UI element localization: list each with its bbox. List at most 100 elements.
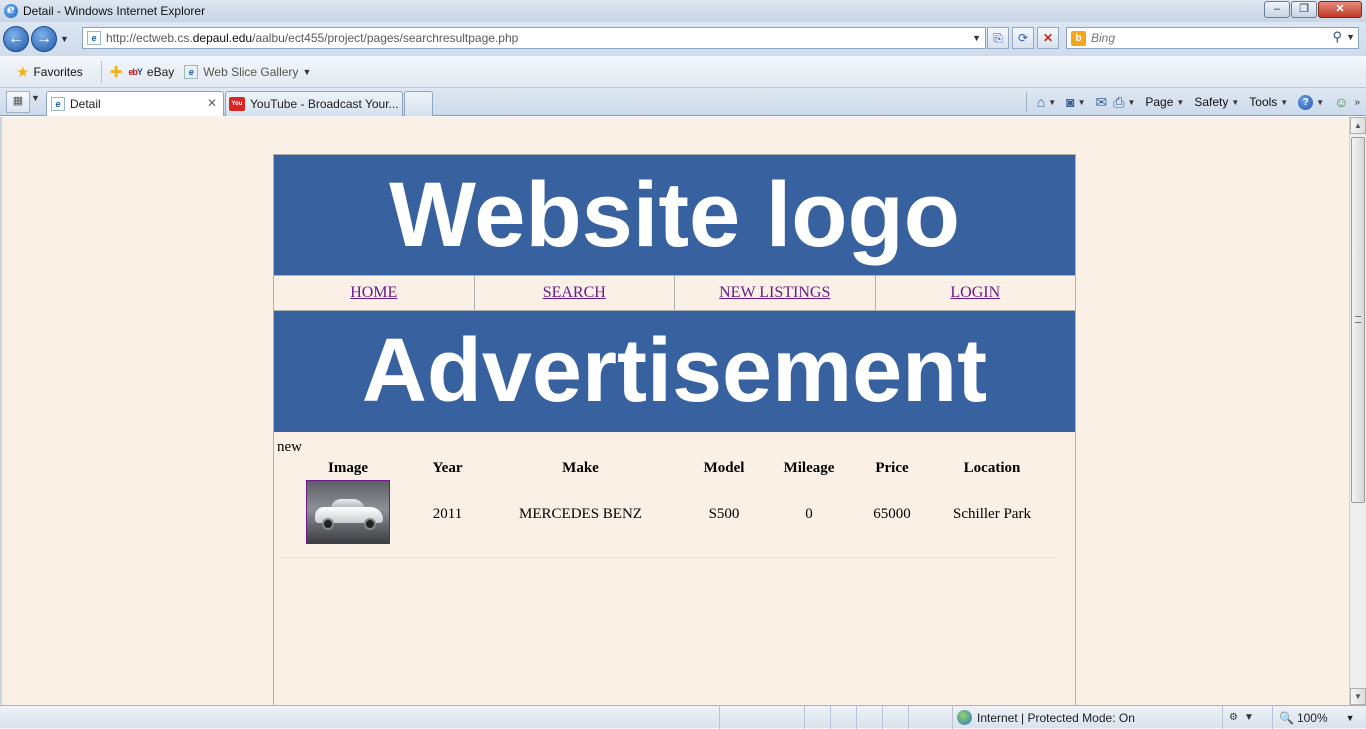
scroll-down-arrow-icon[interactable]: ▼ (1350, 688, 1366, 705)
favorites-button[interactable]: ★ Favorites (16, 63, 83, 81)
search-icon[interactable]: ⚲ (1332, 29, 1342, 45)
bing-icon: b (1071, 30, 1086, 46)
cell-model: S500 (708, 505, 740, 522)
nav-cell-login: LOGIN (876, 276, 1076, 310)
address-bar[interactable]: e http://ectweb.cs.depaul.edu/aalbu/ect4… (82, 27, 986, 49)
zoom-icon: 🔍 (1279, 710, 1294, 725)
chevron-down-icon: ▼ (302, 66, 312, 77)
ebay-icon: ebY (128, 66, 143, 77)
favorites-star-icon: ★ (16, 63, 30, 81)
protected-mode-options[interactable]: ⚙ ▼ (1222, 706, 1254, 729)
more-commands-icon[interactable]: » (1354, 97, 1360, 108)
column-header-mileage: Mileage (783, 459, 835, 476)
favorite-link-label: eBay (146, 64, 175, 79)
horizontal-rule (280, 557, 1056, 558)
address-tools: ⎘ ⟳ ✕ (987, 27, 1059, 49)
url-text[interactable]: http://ectweb.cs.depaul.edu/aalbu/ect455… (106, 31, 518, 45)
chevron-down-icon[interactable]: ▼ (1176, 98, 1184, 107)
window-controls: ‒ ❐ ✕ (1264, 1, 1362, 18)
command-separator (1025, 92, 1027, 112)
column-header-model: Model (703, 459, 745, 476)
globe-icon (957, 710, 972, 725)
cell-image (280, 479, 416, 549)
zone-text: Internet | Protected Mode: On (977, 710, 1135, 725)
cell-location: Schiller Park (953, 505, 1031, 522)
nav-cell-search: SEARCH (475, 276, 675, 310)
cell-price: 65000 (873, 505, 911, 522)
chevron-down-icon: ▼ (1243, 712, 1254, 723)
car-wheel-shape (322, 517, 334, 530)
column-header-make: Make (562, 459, 599, 476)
safety-menu[interactable]: Safety (1194, 95, 1228, 109)
favorite-link-web-slice-gallery[interactable]: e Web Slice Gallery ▼ (184, 64, 312, 79)
section-label: new (277, 439, 302, 455)
status-segment (805, 705, 831, 729)
vertical-scrollbar[interactable]: ▲ ▼ (1349, 117, 1366, 705)
feeds-icon[interactable]: ◙ (1066, 94, 1074, 110)
search-input[interactable] (1091, 31, 1311, 45)
car-thumbnail-image[interactable] (306, 479, 390, 544)
research-icon[interactable]: ☺ (1334, 94, 1348, 110)
compatibility-view-button[interactable]: ⎘ (987, 27, 1009, 49)
window-title-bar: Detail - Windows Internet Explorer ‒ ❐ ✕ (0, 0, 1366, 22)
home-icon[interactable]: ⌂ (1037, 94, 1045, 110)
navigation-toolbar: ← → ▼ e http://ectweb.cs.depaul.edu/aalb… (0, 22, 1366, 56)
close-tab-icon[interactable]: ✕ (207, 96, 217, 110)
print-icon[interactable]: ⎙ (1113, 94, 1124, 111)
forward-button[interactable]: → (31, 26, 57, 52)
nav-link-home[interactable]: HOME (350, 284, 397, 302)
nav-link-new-listings[interactable]: NEW LISTINGS (719, 284, 830, 302)
column-header-price: Price (875, 459, 909, 476)
scrollbar-grip-icon (1355, 316, 1361, 323)
status-bar: Internet | Protected Mode: On ⚙ ▼ 🔍 100%… (0, 705, 1366, 729)
nav-cell-new-listings: NEW LISTINGS (675, 276, 876, 310)
results-header-row: Image Year Make Model Mileage Price Loca… (280, 455, 1056, 481)
table-row[interactable]: 2011 MERCEDES BENZ S500 0 65000 Schiller… (280, 479, 1056, 549)
address-dropdown-icon[interactable]: ▼ (972, 33, 981, 43)
new-tab-button[interactable] (404, 91, 433, 116)
chevron-down-icon[interactable]: ▼ (1078, 98, 1086, 107)
tab-list-dropdown[interactable]: ▼ (31, 93, 40, 103)
scroll-up-arrow-icon[interactable]: ▲ (1350, 117, 1366, 134)
chevron-down-icon[interactable]: ▼ (1231, 98, 1239, 107)
column-header-location: Location (963, 459, 1021, 476)
recent-pages-dropdown[interactable]: ▼ (60, 34, 69, 44)
add-to-favorites-bar-icon[interactable]: ✚ (110, 63, 123, 81)
column-header-image: Image (328, 459, 368, 476)
cell-mileage: 0 (805, 505, 813, 522)
quick-tabs-button[interactable]: ▦ (6, 91, 30, 113)
minimize-button[interactable]: ‒ (1264, 1, 1290, 18)
search-options-dropdown[interactable]: ▼ (1346, 32, 1355, 42)
nav-cell-home: HOME (274, 276, 475, 310)
favorite-link-ebay[interactable]: ebY eBay (128, 65, 174, 79)
chevron-down-icon[interactable]: ▼ (1316, 98, 1324, 107)
ie-page-icon: e (184, 64, 199, 79)
page-viewport: Website logo HOME SEARCH NEW LISTINGS LO… (0, 117, 1349, 705)
status-segment (0, 705, 720, 729)
chevron-down-icon[interactable]: ▼ (1048, 98, 1056, 107)
site-nav: HOME SEARCH NEW LISTINGS LOGIN (274, 275, 1075, 311)
chevron-down-icon[interactable]: ▼ (1280, 98, 1288, 107)
window-title: Detail - Windows Internet Explorer (23, 4, 206, 18)
zoom-text: 100% (1296, 710, 1328, 725)
nav-link-search[interactable]: SEARCH (543, 284, 606, 302)
close-window-button[interactable]: ✕ (1318, 1, 1362, 18)
tab-youtube[interactable]: You YouTube - Broadcast Your... (225, 91, 403, 116)
tools-menu[interactable]: Tools (1249, 95, 1277, 109)
security-zone[interactable]: Internet | Protected Mode: On (952, 706, 1135, 729)
cell-make: MERCEDES BENZ (519, 505, 642, 522)
tab-detail[interactable]: e Detail ✕ (46, 91, 224, 116)
nav-link-login[interactable]: LOGIN (950, 284, 1000, 302)
zoom-level[interactable]: 🔍 100% ▼ (1272, 706, 1355, 729)
chevron-down-icon[interactable]: ▼ (1127, 98, 1135, 107)
page-menu[interactable]: Page (1145, 95, 1173, 109)
refresh-button[interactable]: ⟳ (1012, 27, 1034, 49)
mail-icon[interactable]: ✉ (1096, 94, 1108, 111)
back-button[interactable]: ← (3, 26, 29, 52)
stop-button[interactable]: ✕ (1037, 27, 1059, 49)
scrollbar-thumb[interactable] (1351, 137, 1365, 503)
search-box[interactable]: b ⚲ ▼ (1066, 27, 1359, 49)
maximize-button[interactable]: ❐ (1291, 1, 1317, 18)
cell-year: 2011 (432, 505, 463, 522)
help-icon[interactable]: ? (1298, 94, 1314, 110)
